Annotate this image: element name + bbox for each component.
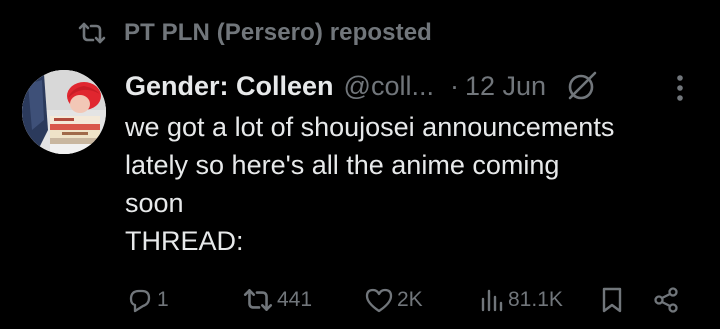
repost-count: 441 (277, 288, 313, 311)
repost-banner[interactable]: PT PLN (Persero) reposted (76, 16, 432, 50)
repost-icon (242, 287, 274, 313)
tweet-text-line: soon (125, 188, 184, 218)
bookmark-icon (600, 286, 624, 314)
heart-icon (364, 286, 394, 314)
tweet-text: we got a lot of shoujosei announcements … (125, 108, 715, 260)
share-icon (652, 286, 680, 314)
more-vertical-icon[interactable] (664, 72, 696, 104)
analytics-icon (479, 287, 505, 313)
tweet-text-line: lately so here's all the anime coming (125, 150, 560, 180)
repost-icon (76, 19, 108, 47)
tweet-header: Gender: Colleen @coll... · 12 Jun (125, 66, 705, 106)
bookmark-button[interactable] (600, 282, 624, 318)
views-button[interactable]: 81.1K (479, 282, 563, 318)
like-count: 2K (397, 288, 423, 311)
reply-button[interactable]: 1 (126, 282, 169, 318)
repost-button[interactable]: 441 (242, 282, 312, 318)
author-handle[interactable]: @coll... (344, 71, 434, 102)
views-count: 81.1K (508, 288, 563, 311)
share-button[interactable] (652, 282, 680, 318)
separator-dot: · (449, 70, 459, 101)
tweet-actions: 1 441 2K 81.1K (0, 282, 720, 318)
avatar[interactable] (22, 70, 106, 154)
reply-count: 1 (157, 288, 169, 311)
tweet-text-line: we got a lot of shoujosei announcements (125, 112, 615, 142)
repost-banner-text[interactable]: PT PLN (Persero) reposted (124, 19, 432, 47)
like-button[interactable]: 2K (364, 282, 423, 318)
author-display-name[interactable]: Gender: Colleen (125, 71, 334, 102)
reply-icon (126, 286, 154, 314)
tweet-text-line: THREAD: (125, 226, 244, 256)
tweet-date[interactable]: 12 Jun (465, 71, 546, 102)
grok-icon[interactable] (564, 68, 600, 104)
